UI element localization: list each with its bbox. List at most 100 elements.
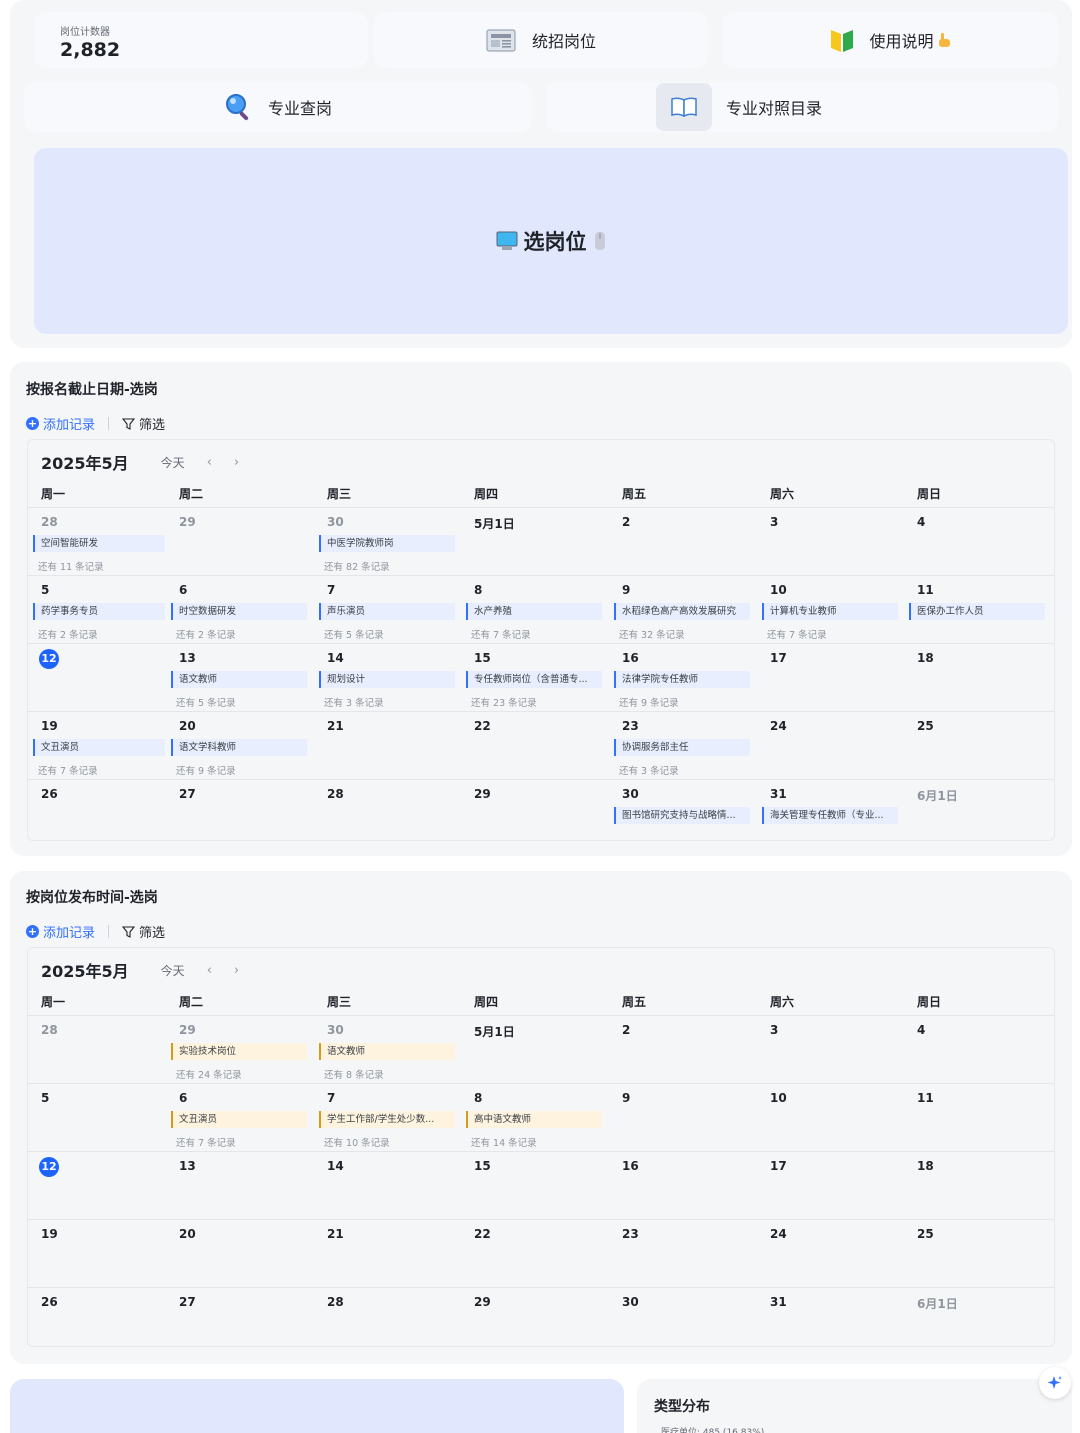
- event-chip[interactable]: 计算机专业教师: [762, 603, 898, 620]
- filter-icon: [122, 925, 136, 938]
- counter-value: 2,882: [60, 39, 121, 61]
- today-button[interactable]: 今天: [161, 962, 185, 979]
- day-number: 11: [917, 1091, 934, 1105]
- more-records-link[interactable]: 还有 7 条记录: [767, 627, 827, 641]
- event-chip[interactable]: 声乐演员: [319, 603, 455, 620]
- type-distribution-item: 医疗单位: 485 (16.83%): [661, 1428, 765, 1433]
- weekday-label: 周四: [474, 487, 499, 501]
- event-chip[interactable]: 文丑演员: [171, 1111, 307, 1128]
- more-records-link[interactable]: 还有 9 条记录: [619, 695, 679, 709]
- more-records-link[interactable]: 还有 11 条记录: [38, 559, 104, 573]
- day-number: 3: [770, 515, 779, 529]
- today-date: 12: [39, 1157, 59, 1177]
- day-number: 4: [917, 1023, 926, 1037]
- more-records-link[interactable]: 还有 5 条记录: [176, 695, 236, 709]
- event-chip[interactable]: 中医学院教师岗: [319, 535, 455, 552]
- weekday-label: 周五: [622, 995, 647, 1009]
- usage-guide-button[interactable]: 使用说明: [722, 12, 1058, 68]
- event-chip[interactable]: 空间智能研发: [33, 535, 165, 552]
- more-records-link[interactable]: 还有 7 条记录: [176, 1135, 236, 1149]
- day-number: 21: [327, 719, 344, 733]
- event-chip[interactable]: 专任教师岗位（含普通专...: [466, 671, 602, 688]
- more-records-link[interactable]: 还有 9 条记录: [176, 763, 236, 777]
- more-records-link[interactable]: 还有 8 条记录: [324, 1067, 384, 1081]
- event-chip[interactable]: 时空数据研发: [171, 603, 307, 620]
- event-chip[interactable]: 水产养殖: [466, 603, 602, 620]
- deadline-calendar-title: 按报名截止日期-选岗: [26, 382, 158, 398]
- more-records-link[interactable]: 还有 2 条记录: [38, 627, 98, 641]
- event-chip[interactable]: 高中语文教师: [466, 1111, 602, 1128]
- event-chip[interactable]: 法律学院专任教师: [614, 671, 750, 688]
- month-title: 2025年5月: [41, 454, 129, 473]
- sparkle-icon: [1047, 1376, 1062, 1389]
- day-number: 8: [474, 583, 483, 597]
- day-number: 25: [917, 719, 934, 733]
- major-search-label: 专业查岗: [267, 99, 332, 118]
- add-record-button[interactable]: + 添加记录: [26, 922, 95, 941]
- more-records-link[interactable]: 还有 24 条记录: [176, 1067, 242, 1081]
- day-number: 20: [179, 1227, 196, 1241]
- day-number: 28: [327, 787, 344, 801]
- day-number: 28: [327, 1295, 344, 1309]
- day-number: 27: [179, 1295, 196, 1309]
- day-number: 18: [917, 1159, 934, 1173]
- filter-icon: [122, 417, 136, 430]
- day-number: 9: [622, 583, 631, 597]
- today-button[interactable]: 今天: [161, 454, 185, 471]
- top-panel: 岗位计数器 2,882 统招岗位 使用说明 专业查岗 专业对照目录 选岗位: [10, 0, 1072, 348]
- event-chip[interactable]: 规划设计: [319, 671, 455, 688]
- more-records-link[interactable]: 还有 23 条记录: [471, 695, 537, 709]
- mouse-icon: [594, 232, 605, 250]
- add-record-button[interactable]: + 添加记录: [26, 414, 95, 433]
- more-records-link[interactable]: 还有 3 条记录: [619, 763, 679, 777]
- weekday-label: 周四: [474, 995, 499, 1009]
- recruit-positions-button[interactable]: 统招岗位: [374, 12, 708, 68]
- prev-month-button[interactable]: ‹: [207, 455, 212, 470]
- event-chip[interactable]: 语文教师: [319, 1043, 455, 1060]
- event-chip[interactable]: 语文教师: [171, 671, 307, 688]
- day-number: 31: [770, 787, 787, 801]
- day-number: 16: [622, 1159, 639, 1173]
- event-chip[interactable]: 图书馆研究支持与战略情...: [614, 807, 750, 824]
- filter-button[interactable]: 筛选: [122, 414, 165, 433]
- computer-icon: [496, 231, 517, 250]
- more-records-link[interactable]: 还有 82 条记录: [324, 559, 390, 573]
- day-number: 29: [179, 1023, 196, 1037]
- more-records-link[interactable]: 还有 14 条记录: [471, 1135, 537, 1149]
- day-number: 2: [622, 1023, 631, 1037]
- day-number: 14: [327, 1159, 344, 1173]
- calendar-header: 2025年5月 今天 ‹ ›: [41, 958, 239, 982]
- major-catalog-button[interactable]: 专业对照目录: [546, 82, 1058, 132]
- calendar-header: 2025年5月 今天 ‹ ›: [41, 450, 239, 474]
- day-number: 21: [327, 1227, 344, 1241]
- event-chip[interactable]: 语文学科教师: [171, 739, 307, 756]
- next-month-button[interactable]: ›: [234, 455, 239, 470]
- event-chip[interactable]: 学生工作部/学生处少数...: [319, 1111, 455, 1128]
- major-catalog-label: 专业对照目录: [726, 99, 823, 118]
- more-records-link[interactable]: 还有 7 条记录: [38, 763, 98, 777]
- event-chip[interactable]: 实验技术岗位: [171, 1043, 307, 1060]
- select-position-button[interactable]: 选岗位: [34, 148, 1068, 334]
- ai-assistant-button[interactable]: [1039, 1367, 1071, 1399]
- day-number: 30: [327, 1023, 344, 1037]
- more-records-link[interactable]: 还有 2 条记录: [176, 627, 236, 641]
- event-chip[interactable]: 水稻绿色高产高效发展研究: [614, 603, 750, 620]
- event-chip[interactable]: 协调服务部主任: [614, 739, 750, 756]
- type-distribution-card: 类型分布 医疗单位: 485 (16.83%): [637, 1379, 1072, 1433]
- event-chip[interactable]: 医保办工作人员: [909, 603, 1045, 620]
- day-number: 13: [179, 651, 196, 665]
- event-chip[interactable]: 文丑演员: [33, 739, 165, 756]
- event-chip[interactable]: 药学事务专员: [33, 603, 165, 620]
- plus-icon: +: [26, 417, 39, 430]
- next-month-button[interactable]: ›: [234, 963, 239, 978]
- more-records-link[interactable]: 还有 3 条记录: [324, 695, 384, 709]
- more-records-link[interactable]: 还有 10 条记录: [324, 1135, 390, 1149]
- more-records-link[interactable]: 还有 32 条记录: [619, 627, 685, 641]
- filter-button[interactable]: 筛选: [122, 922, 165, 941]
- major-search-button[interactable]: 专业查岗: [24, 82, 532, 132]
- prev-month-button[interactable]: ‹: [207, 963, 212, 978]
- more-records-link[interactable]: 还有 7 条记录: [471, 627, 531, 641]
- more-records-link[interactable]: 还有 5 条记录: [324, 627, 384, 641]
- event-chip[interactable]: 海关管理专任教师（专业...: [762, 807, 898, 824]
- position-counter: 岗位计数器 2,882: [34, 12, 368, 68]
